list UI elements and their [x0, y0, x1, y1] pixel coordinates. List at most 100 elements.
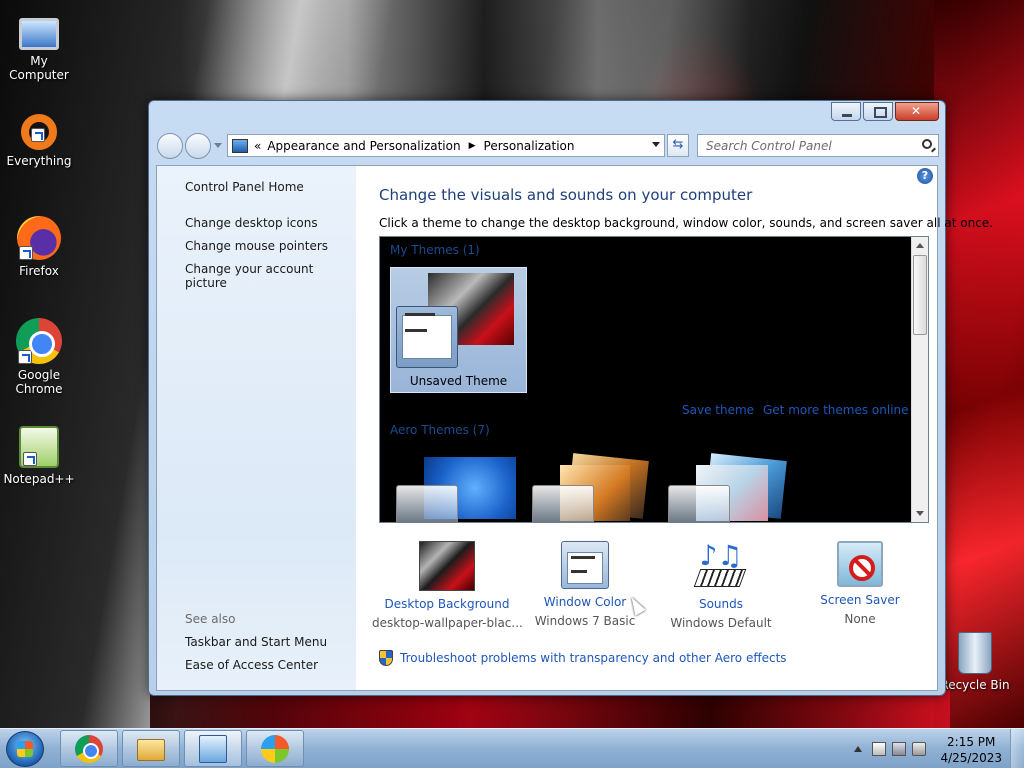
personalization-window: « Appearance and Personalization ▶ Perso… — [148, 100, 993, 696]
aero-theme-glass-icon — [668, 485, 730, 522]
network-icon[interactable] — [892, 742, 906, 756]
recent-pages-chevron-icon[interactable] — [214, 143, 222, 148]
volume-muted-icon[interactable] — [912, 742, 926, 756]
aero-theme-characters-tile[interactable] — [666, 453, 790, 522]
scroll-thumb[interactable] — [913, 255, 927, 335]
screen-saver-value: None — [844, 612, 876, 626]
desktop-icon-everything[interactable]: Everything — [1, 114, 77, 168]
unsaved-theme-tile[interactable]: Unsaved Theme — [390, 267, 527, 393]
desktop-icon-google-chrome[interactable]: Google Chrome — [1, 318, 77, 396]
taskbar-control-panel-button[interactable] — [184, 730, 242, 767]
desktop-icon-label: Everything — [6, 154, 72, 168]
my-themes-heading: My Themes (1) — [390, 243, 480, 257]
screen-saver-icon — [837, 541, 883, 587]
desktop-icon-label: Google Chrome — [15, 368, 63, 396]
sounds-option[interactable]: ♪♫ Sounds Windows Default — [646, 541, 796, 631]
sidebar-link-ease-of-access[interactable]: Ease of Access Center — [185, 658, 318, 672]
help-icon[interactable]: ? — [917, 168, 933, 184]
sounds-icon: ♪♫ — [693, 541, 749, 591]
see-also-label: See also — [185, 612, 236, 626]
window-color-preview-icon — [396, 306, 458, 368]
shortcut-arrow-icon — [31, 128, 45, 142]
sidebar-link-taskbar-start-menu[interactable]: Taskbar and Start Menu — [185, 635, 327, 649]
windows-logo-icon — [261, 735, 289, 763]
chrome-icon — [75, 735, 103, 763]
window-color-value: Windows 7 Basic — [534, 614, 636, 628]
breadcrumb-personalization[interactable]: Personalization — [484, 139, 575, 153]
desktop-background-title[interactable]: Desktop Background — [372, 597, 522, 611]
minimize-button[interactable] — [831, 102, 861, 121]
taskbar-chrome-button[interactable] — [60, 730, 118, 767]
search-input[interactable]: Search Control Panel — [697, 134, 939, 157]
taskbar-windows-button[interactable] — [246, 730, 304, 767]
desktop-background-option[interactable]: Desktop Background desktop-wallpaper-bla… — [372, 541, 523, 630]
content-area: Control Panel Home Change desktop icons … — [156, 165, 993, 691]
desktop-icon-label: Firefox — [19, 264, 59, 278]
search-placeholder: Search Control Panel — [706, 139, 832, 153]
breadcrumb-separator-icon[interactable]: ▶ — [469, 141, 476, 151]
navigation-bar: « Appearance and Personalization ▶ Perso… — [157, 133, 939, 159]
desktop-icon-firefox[interactable]: Firefox — [1, 216, 77, 278]
wallpaper-red-streak — [934, 0, 1024, 730]
taskbar-explorer-button[interactable] — [122, 730, 180, 767]
forward-button[interactable] — [185, 133, 211, 159]
unsaved-theme-label: Unsaved Theme — [409, 374, 508, 388]
desktop-background-icon — [419, 541, 475, 591]
desktop-icon-label: Notepad++ — [3, 472, 75, 486]
clock[interactable]: 2:15 PM 4/25/2023 — [940, 734, 1002, 766]
sidebar-link-change-mouse-pointers[interactable]: Change mouse pointers — [185, 239, 328, 253]
address-dropdown-icon[interactable] — [652, 142, 660, 147]
shortcut-arrow-icon — [18, 350, 32, 364]
sidebar: Control Panel Home Change desktop icons … — [157, 166, 356, 690]
address-overflow[interactable]: « — [254, 139, 261, 153]
screen-saver-option[interactable]: Screen Saver None — [785, 541, 935, 626]
sounds-title[interactable]: Sounds — [646, 597, 796, 611]
desktop-icon-my-computer[interactable]: My Computer — [1, 12, 77, 82]
window-color-option[interactable]: Window Color Windows 7 Basic — [510, 541, 660, 628]
everything-icon — [21, 114, 57, 150]
close-button[interactable] — [895, 102, 939, 121]
aero-theme-windows7-tile[interactable] — [394, 457, 518, 522]
scroll-down-icon[interactable] — [916, 511, 924, 516]
screen-saver-title[interactable]: Screen Saver — [785, 593, 935, 607]
back-button[interactable] — [157, 133, 183, 159]
address-bar[interactable]: « Appearance and Personalization ▶ Perso… — [227, 134, 665, 157]
sidebar-link-control-panel-home[interactable]: Control Panel Home — [185, 180, 304, 194]
page-description: Click a theme to change the desktop back… — [379, 216, 993, 230]
troubleshoot-link[interactable]: Troubleshoot problems with transparency … — [379, 650, 787, 666]
search-icon[interactable] — [922, 139, 932, 149]
taskbar: 2:15 PM 4/25/2023 — [0, 728, 1024, 768]
breadcrumb-appearance[interactable]: Appearance and Personalization — [267, 139, 460, 153]
chrome-icon — [16, 318, 62, 364]
shortcut-arrow-icon — [23, 452, 37, 466]
sidebar-link-change-desktop-icons[interactable]: Change desktop icons — [185, 216, 318, 230]
show-desktop-button[interactable] — [1010, 729, 1024, 768]
main-panel: ? Change the visuals and sounds on your … — [372, 166, 993, 690]
theme-list-scrollbar[interactable] — [911, 237, 928, 522]
desktop-icon-recycle-bin[interactable]: Recycle Bin — [937, 632, 1013, 692]
start-button[interactable] — [6, 731, 44, 767]
show-hidden-icons-icon[interactable] — [854, 746, 862, 752]
save-theme-link[interactable]: Save theme — [682, 403, 754, 417]
wallpaper-highlight — [180, 0, 940, 110]
maximize-button[interactable] — [863, 102, 893, 121]
aero-themes-heading: Aero Themes (7) — [390, 423, 490, 437]
shortcut-arrow-icon — [19, 246, 33, 260]
aero-theme-architecture-tile[interactable] — [530, 453, 654, 522]
clock-time: 2:15 PM — [947, 735, 996, 749]
aero-theme-glass-icon — [532, 485, 594, 522]
desktop-icon-notepad-plus-plus[interactable]: Notepad++ — [1, 426, 77, 486]
sounds-value: Windows Default — [670, 616, 772, 630]
folder-icon — [137, 739, 165, 761]
sidebar-link-change-account-picture[interactable]: Change your account picture — [185, 262, 356, 290]
control-panel-icon — [232, 138, 248, 153]
refresh-button[interactable]: ⇆ — [667, 134, 689, 157]
troubleshoot-text[interactable]: Troubleshoot problems with transparency … — [400, 651, 787, 665]
get-more-themes-link[interactable]: Get more themes online — [763, 403, 909, 417]
scroll-up-icon[interactable] — [916, 243, 924, 248]
desktop-icon-label: Recycle Bin — [940, 678, 1010, 692]
action-center-flag-icon[interactable] — [872, 742, 886, 756]
system-tray: 2:15 PM 4/25/2023 — [834, 729, 1024, 768]
theme-list: My Themes (1) Unsaved Theme Save theme G… — [379, 236, 929, 523]
page-title: Change the visuals and sounds on your co… — [379, 186, 753, 204]
